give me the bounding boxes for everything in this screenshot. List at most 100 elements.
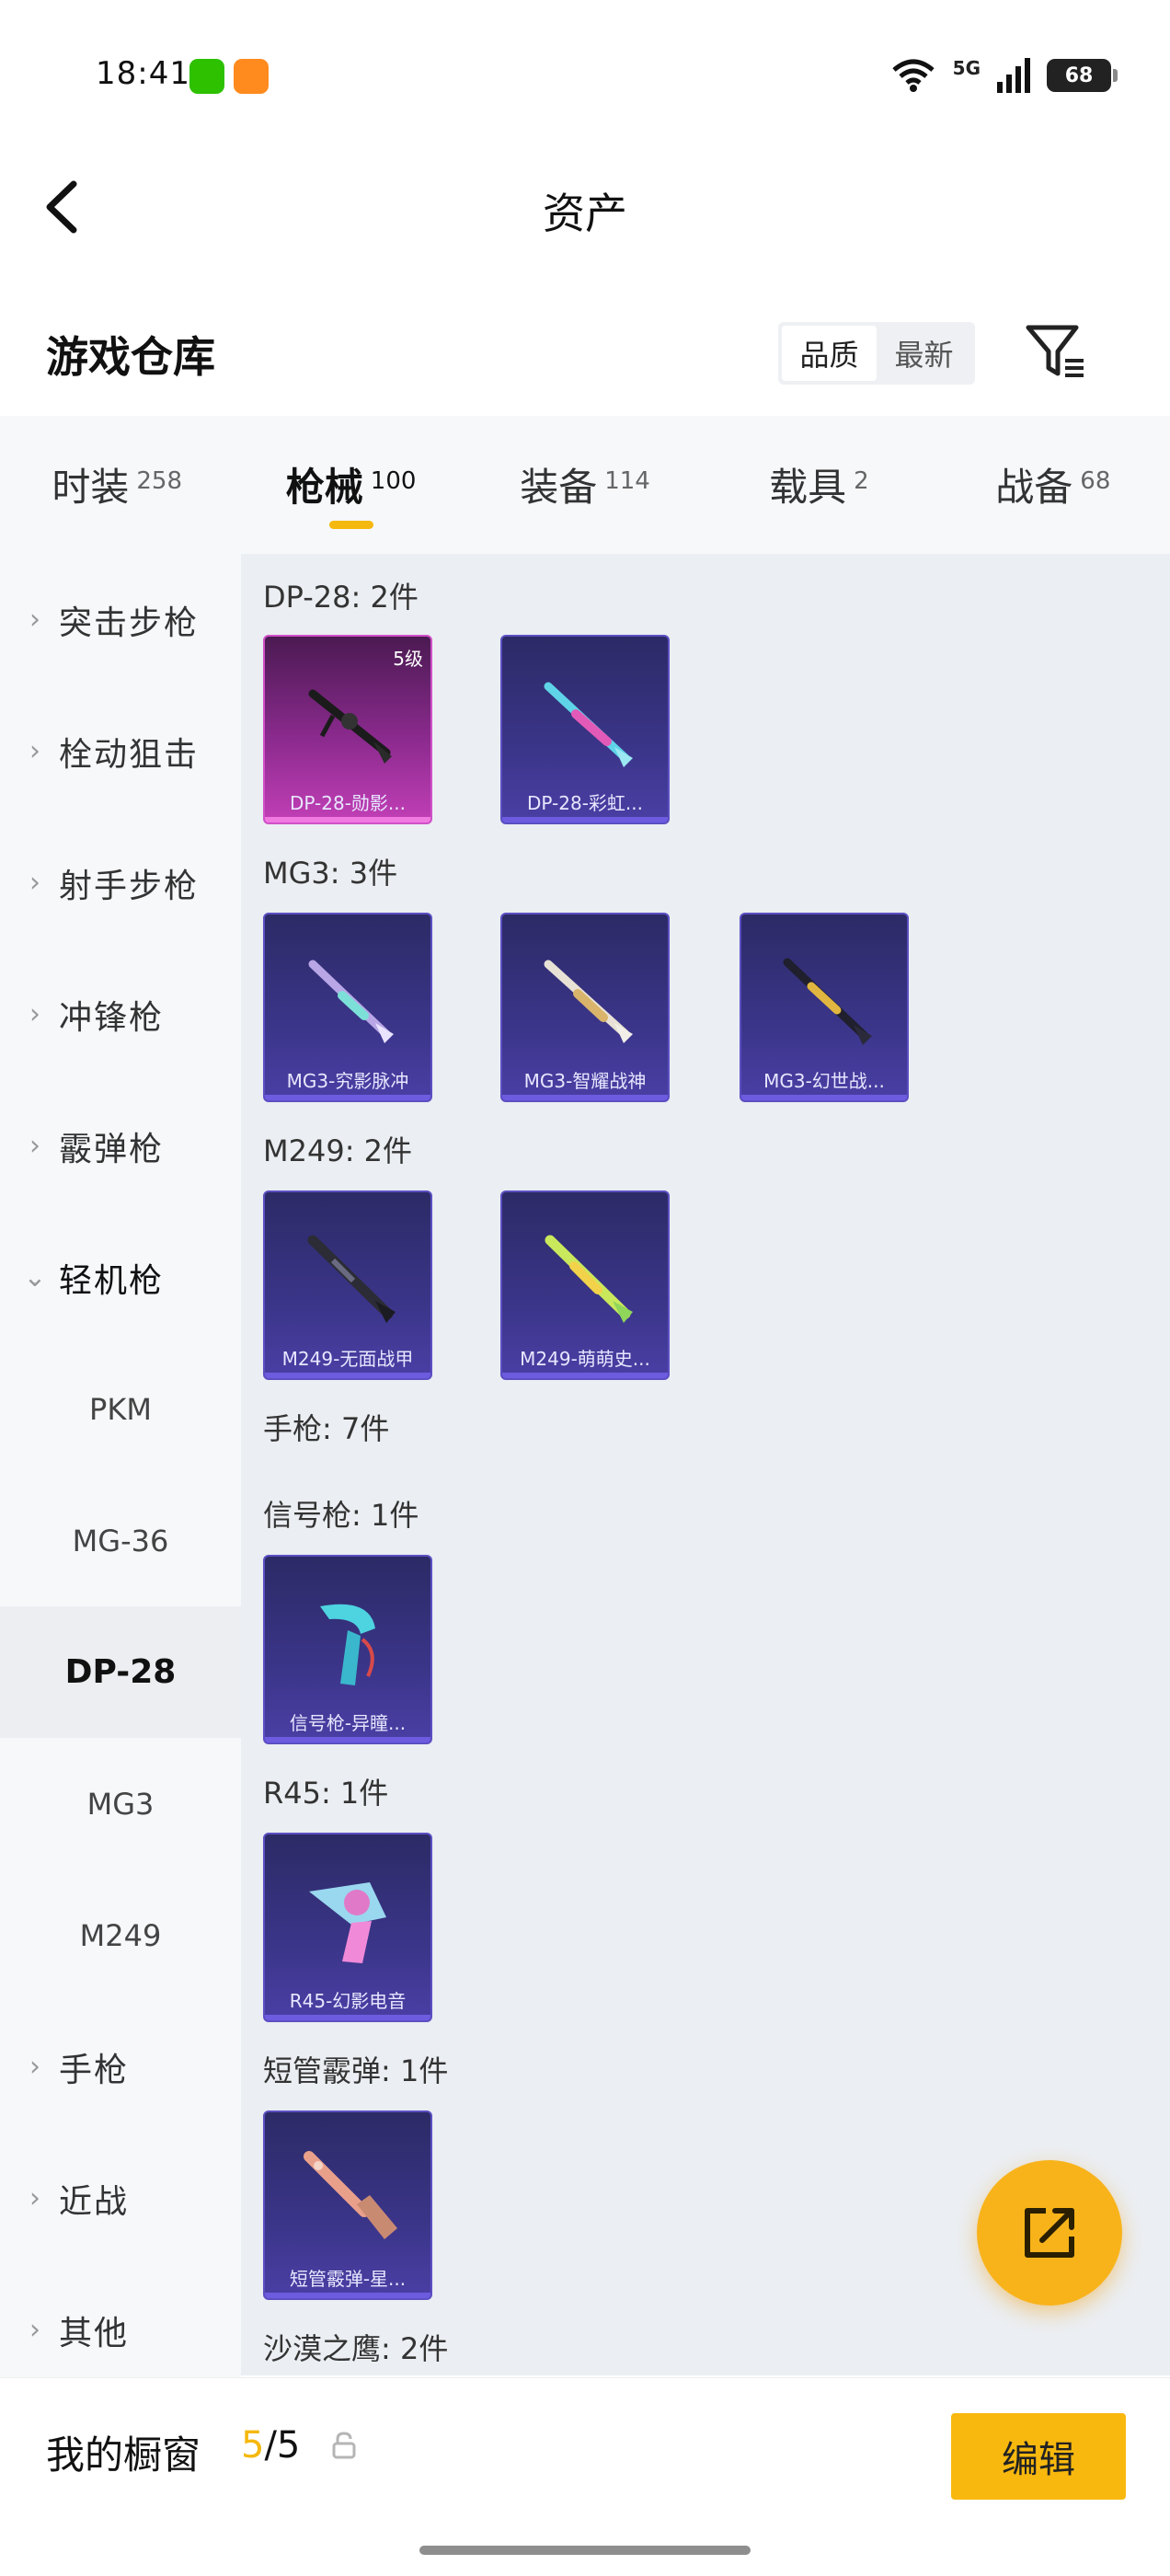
weapon-category-sidebar: › 突击步枪 › 栓动狙击 › 射手步枪 › 冲锋枪 › 霰弹枪 ⌄ 轻机枪 P… — [0, 554, 241, 2394]
group-title: 沙漠之鹰: 2件 — [263, 2331, 449, 2366]
sidebar-item-melee[interactable]: › 近战 — [0, 2133, 241, 2264]
weapon-card[interactable]: MG3-幻世战... — [740, 913, 909, 1102]
lmg-icon — [307, 1235, 396, 1323]
flare-gun-icon — [320, 1604, 375, 1685]
chevron-right-icon: › — [29, 2314, 40, 2346]
chevron-right-icon: › — [29, 1130, 40, 1162]
sidebar-item-label: 射手步枪 — [59, 867, 200, 905]
chevron-right-icon: › — [29, 998, 40, 1030]
sidebar-item-smg[interactable]: › 冲锋枪 — [0, 949, 241, 1080]
sidebar-item-other[interactable]: › 其他 — [0, 2264, 241, 2396]
tab-supplies[interactable]: 战备 68 — [936, 416, 1170, 554]
rarity-bar — [502, 1373, 668, 1378]
tab-label: 装备 — [520, 465, 598, 510]
tab-vehicles[interactable]: 载具 2 — [702, 416, 935, 554]
weapon-card[interactable]: DP-28-彩虹... — [500, 635, 670, 824]
lmg-icon — [544, 960, 633, 1043]
edit-button[interactable]: 编辑 — [951, 2413, 1126, 2500]
rarity-bar — [502, 817, 668, 822]
weapon-card[interactable]: M249-萌萌史... — [500, 1190, 670, 1380]
rarity-bar — [265, 1095, 430, 1100]
sidebar-item-label: 霰弹枪 — [59, 1130, 165, 1168]
lmg-icon — [783, 958, 872, 1045]
revolver-icon — [309, 1882, 386, 1963]
sidebar-item-label: 栓动狙击 — [59, 735, 200, 774]
weapon-name: MG3-幻世战... — [763, 1070, 885, 1092]
weapon-name: 短管霰弹-星... — [289, 2268, 407, 2290]
sidebar-item-lmg[interactable]: ⌄ 轻机枪 — [0, 1212, 241, 1343]
tab-label: 战备 — [995, 465, 1073, 510]
category-tabs: 时装 258 枪械 100 装备 114 载具 2 战备 68 — [0, 416, 1170, 554]
shotgun-icon — [304, 2151, 397, 2239]
lock-icon[interactable] — [331, 2432, 357, 2459]
sidebar-item-label: 突击步枪 — [59, 604, 200, 642]
tab-fashion[interactable]: 时装 258 — [0, 416, 234, 554]
sort-newest-button[interactable]: 最新 — [877, 326, 971, 381]
taobao-icon — [234, 59, 269, 94]
rarity-bar — [741, 1095, 907, 1100]
status-time: 18:41 — [96, 55, 190, 92]
showcase-label: 我的橱窗 — [46, 2432, 201, 2478]
weapon-card[interactable]: 信号枪-异瞳... — [263, 1555, 432, 1744]
battery-icon: 68 — [1047, 59, 1118, 92]
sidebar-subitem-mg36[interactable]: MG-36 — [0, 1475, 241, 1606]
lmg-icon — [308, 960, 394, 1043]
chevron-right-icon: › — [29, 604, 40, 636]
sidebar-item-label: 近战 — [59, 2182, 130, 2221]
lmg-icon — [544, 682, 633, 767]
sidebar-item-pistol[interactable]: › 手枪 — [0, 2001, 241, 2133]
filter-icon[interactable] — [1025, 322, 1085, 383]
sort-toggle: 品质 最新 — [778, 322, 975, 385]
rarity-bar — [265, 2015, 430, 2020]
status-bar: 18:41 5G 68 — [0, 0, 1170, 147]
sidebar-item-label: 其他 — [59, 2314, 130, 2352]
sidebar-subitem-m249[interactable]: M249 — [0, 1869, 241, 2001]
weapon-card[interactable]: R45-幻影电音 — [263, 1833, 432, 2022]
page-title: 资产 — [543, 189, 627, 238]
weapon-card[interactable]: 短管霰弹-星... — [263, 2110, 432, 2300]
weapon-name: R45-幻影电音 — [289, 1990, 407, 2012]
sidebar-item-marksman-rifle[interactable]: › 射手步枪 — [0, 817, 241, 949]
sidebar-item-assault-rifle[interactable]: › 突击步枪 — [0, 554, 241, 685]
chevron-right-icon: › — [29, 2051, 40, 2083]
sidebar-subitem-pkm[interactable]: PKM — [0, 1343, 241, 1475]
sidebar-subitem-dp28[interactable]: DP-28 — [0, 1606, 241, 1738]
chevron-down-icon: ⌄ — [23, 1261, 47, 1294]
chevron-right-icon: › — [29, 2182, 40, 2214]
tab-label: 枪械 — [285, 465, 363, 510]
sidebar-item-bolt-sniper[interactable]: › 栓动狙击 — [0, 685, 241, 817]
weapon-inventory-list: DP-28: 2件 5级 DP-28-勋影... DP-28-彩虹... MG3… — [241, 554, 1170, 2375]
share-button[interactable] — [977, 2160, 1122, 2306]
group-title: R45: 1件 — [263, 1776, 389, 1811]
sidebar-subitem-mg3[interactable]: MG3 — [0, 1738, 241, 1869]
sidebar-item-label: 轻机枪 — [59, 1261, 165, 1300]
tab-count: 114 — [604, 467, 650, 495]
rarity-bar — [265, 1737, 430, 1742]
tab-count: 100 — [370, 467, 417, 495]
weapon-name: M249-无面战甲 — [281, 1348, 414, 1370]
status-icons: 5G 68 — [890, 57, 1118, 94]
showcase-used: 5 — [241, 2424, 265, 2467]
weapon-card[interactable]: 5级 DP-28-勋影... — [263, 635, 432, 824]
weapon-card[interactable]: MG3-究影脉冲 — [263, 913, 432, 1102]
group-title: MG3: 3件 — [263, 856, 398, 891]
weapon-name: MG3-智耀战神 — [523, 1070, 647, 1092]
tab-count: 258 — [136, 467, 183, 495]
home-indicator — [419, 2546, 751, 2555]
rarity-bar — [265, 817, 430, 822]
sidebar-item-shotgun[interactable]: › 霰弹枪 — [0, 1080, 241, 1212]
sort-quality-button[interactable]: 品质 — [782, 326, 877, 381]
tab-weapons[interactable]: 枪械 100 — [234, 416, 467, 554]
tab-count: 2 — [854, 467, 869, 495]
rarity-bar — [265, 2293, 430, 2298]
group-title: 信号枪: 1件 — [263, 1498, 419, 1533]
tab-label: 时装 — [52, 465, 130, 510]
group-title: 短管霰弹: 1件 — [263, 2053, 449, 2088]
tab-equipment[interactable]: 装备 114 — [468, 416, 702, 554]
level-badge: 5级 — [393, 648, 423, 670]
weapon-card[interactable]: M249-无面战甲 — [263, 1190, 432, 1380]
wechat-icon — [189, 59, 224, 94]
weapon-card[interactable]: MG3-智耀战神 — [500, 913, 670, 1102]
showcase-count: 5/5 — [241, 2424, 300, 2467]
lmg-icon — [308, 689, 392, 764]
